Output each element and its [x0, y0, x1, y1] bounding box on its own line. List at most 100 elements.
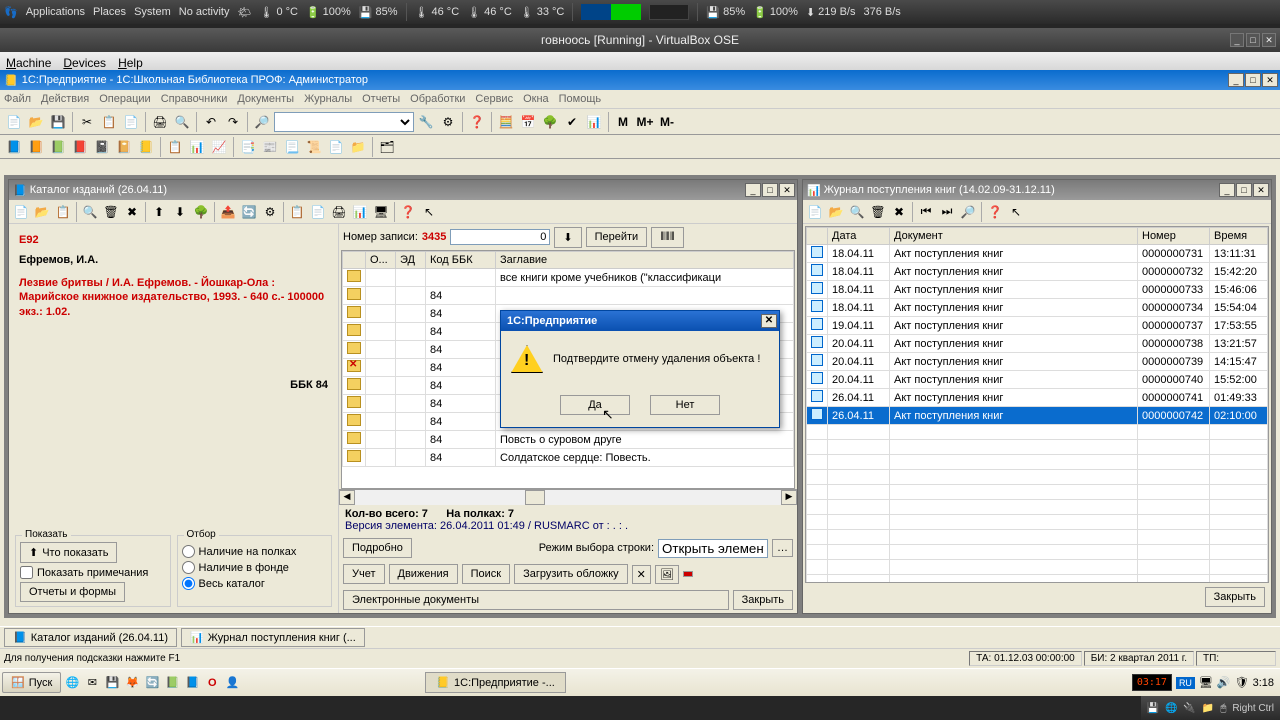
table-row[interactable]: 18.04.11Акт поступления книг000000073415…: [807, 299, 1268, 317]
menu-reports[interactable]: Отчеты: [362, 93, 400, 105]
ql-refresh-icon[interactable]: 🔄: [143, 674, 161, 692]
menu-file[interactable]: Файл: [4, 93, 31, 105]
mode-more-button[interactable]: …: [772, 539, 793, 557]
journal-close-button[interactable]: ✕: [1253, 183, 1269, 197]
vbox-minimize-button[interactable]: _: [1230, 33, 1244, 47]
tb2-icon[interactable]: 📁: [348, 137, 368, 157]
app-close-button[interactable]: ✕: [1262, 73, 1278, 87]
menu-docs[interactable]: Документы: [237, 93, 294, 105]
cat-tb-icon[interactable]: 📊: [350, 202, 370, 222]
help-icon[interactable]: ❓: [467, 112, 487, 132]
taskbar-app-1c[interactable]: 📒 1С:Предприятие -...: [425, 672, 566, 693]
tb2-icon[interactable]: 📋: [165, 137, 185, 157]
app-minimize-button[interactable]: _: [1228, 73, 1244, 87]
cat-tb-icon[interactable]: 🌳: [191, 202, 211, 222]
radio-fund[interactable]: Наличие в фонде: [182, 561, 328, 574]
tb2-icon[interactable]: 📑: [238, 137, 258, 157]
barcode-button[interactable]: ⦀⦀⦀: [651, 227, 684, 248]
table-row[interactable]: 84Повсть о суровом друге: [343, 431, 794, 449]
vbox-menu-machine[interactable]: Machine: [6, 56, 51, 70]
tool-icon[interactable]: 🔧: [416, 112, 436, 132]
tree-icon[interactable]: 🌳: [540, 112, 560, 132]
table-row[interactable]: 20.04.11Акт поступления книг000000074015…: [807, 371, 1268, 389]
catalog-titlebar[interactable]: 📘 Каталог изданий (26.04.11) _ □ ✕: [9, 180, 797, 200]
table-row[interactable]: 84Солдатское сердце: Повесть.: [343, 449, 794, 467]
tool2-icon[interactable]: ⚙: [438, 112, 458, 132]
search-button[interactable]: Поиск: [462, 564, 510, 584]
tb2-icon[interactable]: 📘: [4, 137, 24, 157]
vbox-menu-help[interactable]: Help: [118, 56, 143, 70]
cat-tb-icon[interactable]: ⚙: [260, 202, 280, 222]
m-minus-button[interactable]: M-: [657, 112, 677, 132]
goto-down-button[interactable]: ⬇: [554, 227, 581, 248]
catalog-max-button[interactable]: □: [762, 183, 778, 197]
tb2-icon[interactable]: 📔: [114, 137, 134, 157]
table-row[interactable]: 20.04.11Акт поступления книг000000073813…: [807, 335, 1268, 353]
cat-tb-icon[interactable]: 🖨: [329, 202, 349, 222]
jrn-tb-icon[interactable]: 🗑: [868, 202, 888, 222]
tray-icon[interactable]: 🛡: [1235, 676, 1249, 689]
detail-button[interactable]: Подробно: [343, 538, 412, 558]
cat-tb-icon[interactable]: 📋: [287, 202, 307, 222]
cat-tb-help-icon[interactable]: ❓: [398, 202, 418, 222]
menu-service[interactable]: Сервис: [475, 93, 513, 105]
vbox-maximize-button[interactable]: □: [1246, 33, 1260, 47]
mode-select[interactable]: [658, 539, 768, 558]
weather-icon[interactable]: 🌤: [238, 6, 252, 19]
gnome-foot-icon[interactable]: 👣: [4, 6, 18, 19]
print-icon[interactable]: 🖨: [150, 112, 170, 132]
tb2-icon[interactable]: 📗: [48, 137, 68, 157]
edoc-button[interactable]: Электронные документы: [343, 590, 729, 610]
paste-icon[interactable]: 📄: [121, 112, 141, 132]
tray-icon[interactable]: 🔊: [1217, 676, 1231, 689]
jrn-tb-icon[interactable]: ⏮: [916, 202, 936, 222]
what-to-show-button[interactable]: ⬆ Что показать: [20, 542, 117, 563]
load-cover-button[interactable]: Загрузить обложку: [514, 564, 628, 584]
tb2-icon[interactable]: 📕: [70, 137, 90, 157]
table-row[interactable]: 19.04.11Акт поступления книг000000073717…: [807, 317, 1268, 335]
ql-app-icon[interactable]: 👤: [223, 674, 241, 692]
calc-icon[interactable]: 🧮: [496, 112, 516, 132]
menu-journals[interactable]: Журналы: [304, 93, 352, 105]
m-plus-button[interactable]: M+: [635, 112, 655, 132]
cover-img-button[interactable]: 🖼: [655, 565, 679, 584]
dialog-close-button[interactable]: ✕: [761, 314, 777, 328]
tb2-icon[interactable]: 📊: [187, 137, 207, 157]
save-icon[interactable]: 💾: [48, 112, 68, 132]
cat-tb-icon[interactable]: 📄: [308, 202, 328, 222]
cut-icon[interactable]: ✂: [77, 112, 97, 132]
ql-firefox-icon[interactable]: 🦊: [123, 674, 141, 692]
catalog-close-button[interactable]: ✕: [779, 183, 795, 197]
tb2-icon[interactable]: 🗂: [377, 137, 397, 157]
dialog-titlebar[interactable]: 1С:Предприятие ✕: [501, 311, 779, 331]
movements-button[interactable]: Движения: [389, 564, 458, 584]
m-button[interactable]: M: [613, 112, 633, 132]
graph-applet[interactable]: [581, 4, 641, 20]
tray-lang[interactable]: RU: [1176, 677, 1195, 689]
table-row[interactable]: 84: [343, 287, 794, 305]
cat-tb-icon[interactable]: 🖥: [371, 202, 391, 222]
menu-refs[interactable]: Справочники: [161, 93, 228, 105]
app-maximize-button[interactable]: □: [1245, 73, 1261, 87]
cat-tb-icon[interactable]: ⬆: [149, 202, 169, 222]
cat-tb-icon[interactable]: 📄: [11, 202, 31, 222]
cover-x-button[interactable]: ✕: [632, 565, 651, 584]
jrn-tb-icon[interactable]: 📂: [826, 202, 846, 222]
tb2-icon[interactable]: 📰: [260, 137, 280, 157]
tb2-icon[interactable]: 📄: [326, 137, 346, 157]
new-icon[interactable]: 📄: [4, 112, 24, 132]
reports-button[interactable]: Отчеты и формы: [20, 582, 125, 602]
menu-operations[interactable]: Операции: [99, 93, 150, 105]
start-button[interactable]: 🪟 Пуск: [2, 672, 61, 693]
tb2-icon[interactable]: 📈: [209, 137, 229, 157]
undo-icon[interactable]: ↶: [201, 112, 221, 132]
vbox-close-button[interactable]: ✕: [1262, 33, 1276, 47]
catalog-hscroll[interactable]: ◀▶: [339, 489, 797, 505]
ql-mail-icon[interactable]: ✉: [83, 674, 101, 692]
jrn-tb-icon[interactable]: 🔎: [958, 202, 978, 222]
copy-icon[interactable]: 📋: [99, 112, 119, 132]
tb2-icon[interactable]: 📒: [136, 137, 156, 157]
cover-red-button[interactable]: [683, 571, 693, 577]
journal-max-button[interactable]: □: [1236, 183, 1252, 197]
journal-grid[interactable]: Дата Документ Номер Время 18.04.11Акт по…: [805, 226, 1269, 583]
